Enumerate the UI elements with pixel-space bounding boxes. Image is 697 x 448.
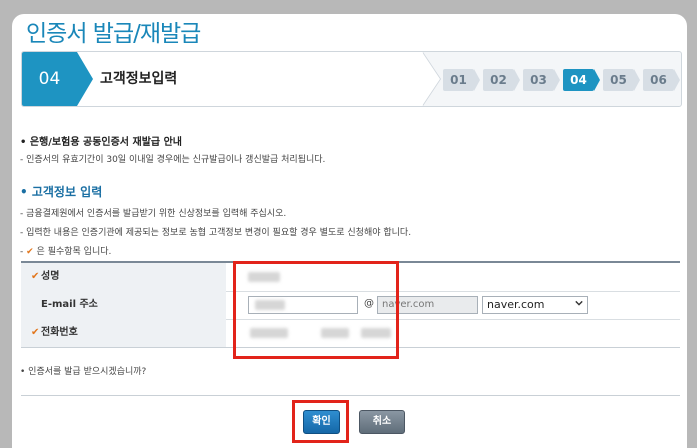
step-pill-06: 06 [643,69,680,91]
required-note-text: 은 필수항목 입니다. [36,247,112,257]
required-check-icon: ✔ [31,271,40,282]
email-label: E-mail 주소 [21,291,226,319]
step-pill-01: 01 [443,69,480,91]
required-note: - ✔ 은 필수항목 입니다. [20,244,111,257]
phone-label: ✔ 전화번호 [21,319,226,347]
current-step-number: 04 [38,69,61,89]
reissue-notice-heading: • 은행/보험용 공동인증서 재발급 안내 [20,137,182,148]
customer-info-title: • 고객정보 입력 [20,185,103,199]
name-label: ✔ 성명 [21,263,226,291]
required-check-icon: ✔ [31,327,40,338]
reissue-notice-text: - 인증서의 유효기간이 30일 이내일 경우에는 신규발급이나 갱신발급 처리… [20,155,326,165]
input-highlight-box [233,261,399,359]
current-step-title: 고객정보입력 [100,71,178,87]
step-pill-02: 02 [483,69,520,91]
confirm-button[interactable]: 확인 [303,410,340,434]
info-line-1: - 금융결제원에서 인증서를 발급받기 위한 신상정보를 입력해 주십시오. [20,209,287,219]
confirm-question: • 인증서를 발급 받으시겠습니까? [20,367,147,377]
check-icon: ✔ [26,247,34,257]
step-pill-05: 05 [603,69,640,91]
step-progress-bar: 04 고객정보입력 01 02 03 04 05 06 [21,51,682,107]
bottom-divider [21,395,680,396]
chevron-down-icon [575,300,583,306]
page-title: 인증서 발급/재발급 [26,21,201,47]
current-step-arrow [77,52,93,106]
step-divider-arrow [422,52,440,106]
step-pill-04: 04 [563,69,600,91]
step-pill-03: 03 [523,69,560,91]
required-prefix: - [20,247,24,257]
info-line-2: - 입력한 내용은 인증기관에 제공되는 정보로 농협 고객정보 변경이 필요할… [20,228,412,238]
content-panel: 인증서 발급/재발급 04 고객정보입력 01 02 03 04 05 06 •… [12,14,687,448]
email-domain-select[interactable]: naver.com [482,296,588,314]
cancel-button[interactable]: 취소 [359,410,405,434]
